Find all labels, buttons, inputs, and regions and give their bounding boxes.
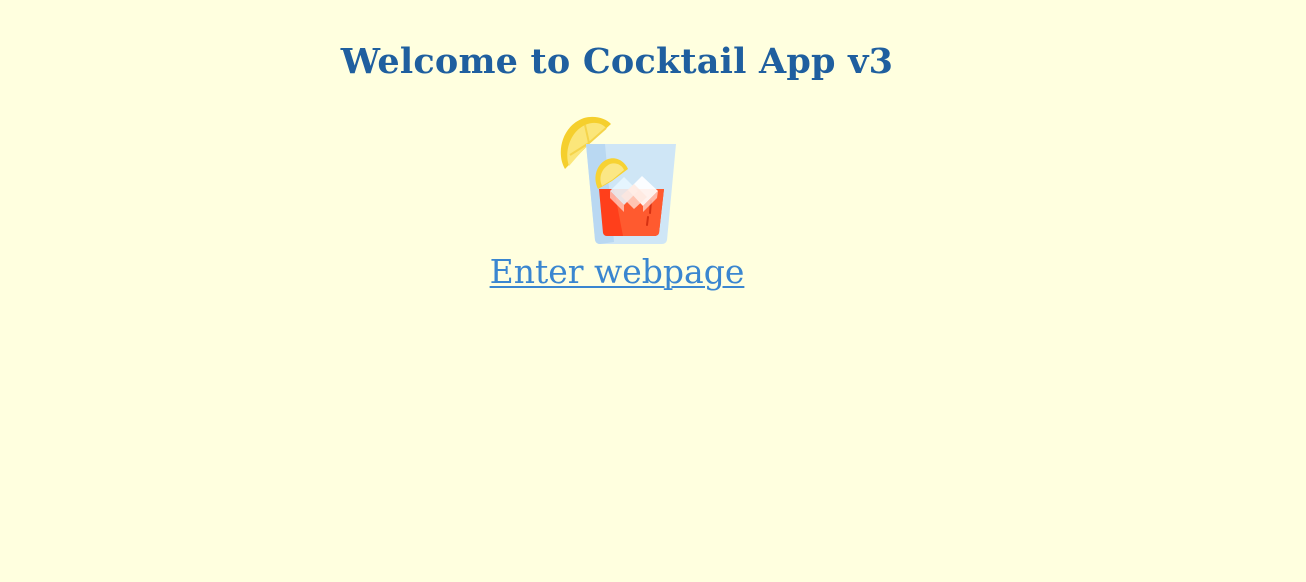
- landing-page: Welcome to Cocktail App v3 Enter webpage: [0, 0, 1234, 582]
- enter-webpage-link[interactable]: Enter webpage: [0, 250, 1234, 294]
- page-title: Welcome to Cocktail App v3: [340, 41, 894, 82]
- cocktail-glass-icon: [560, 116, 676, 244]
